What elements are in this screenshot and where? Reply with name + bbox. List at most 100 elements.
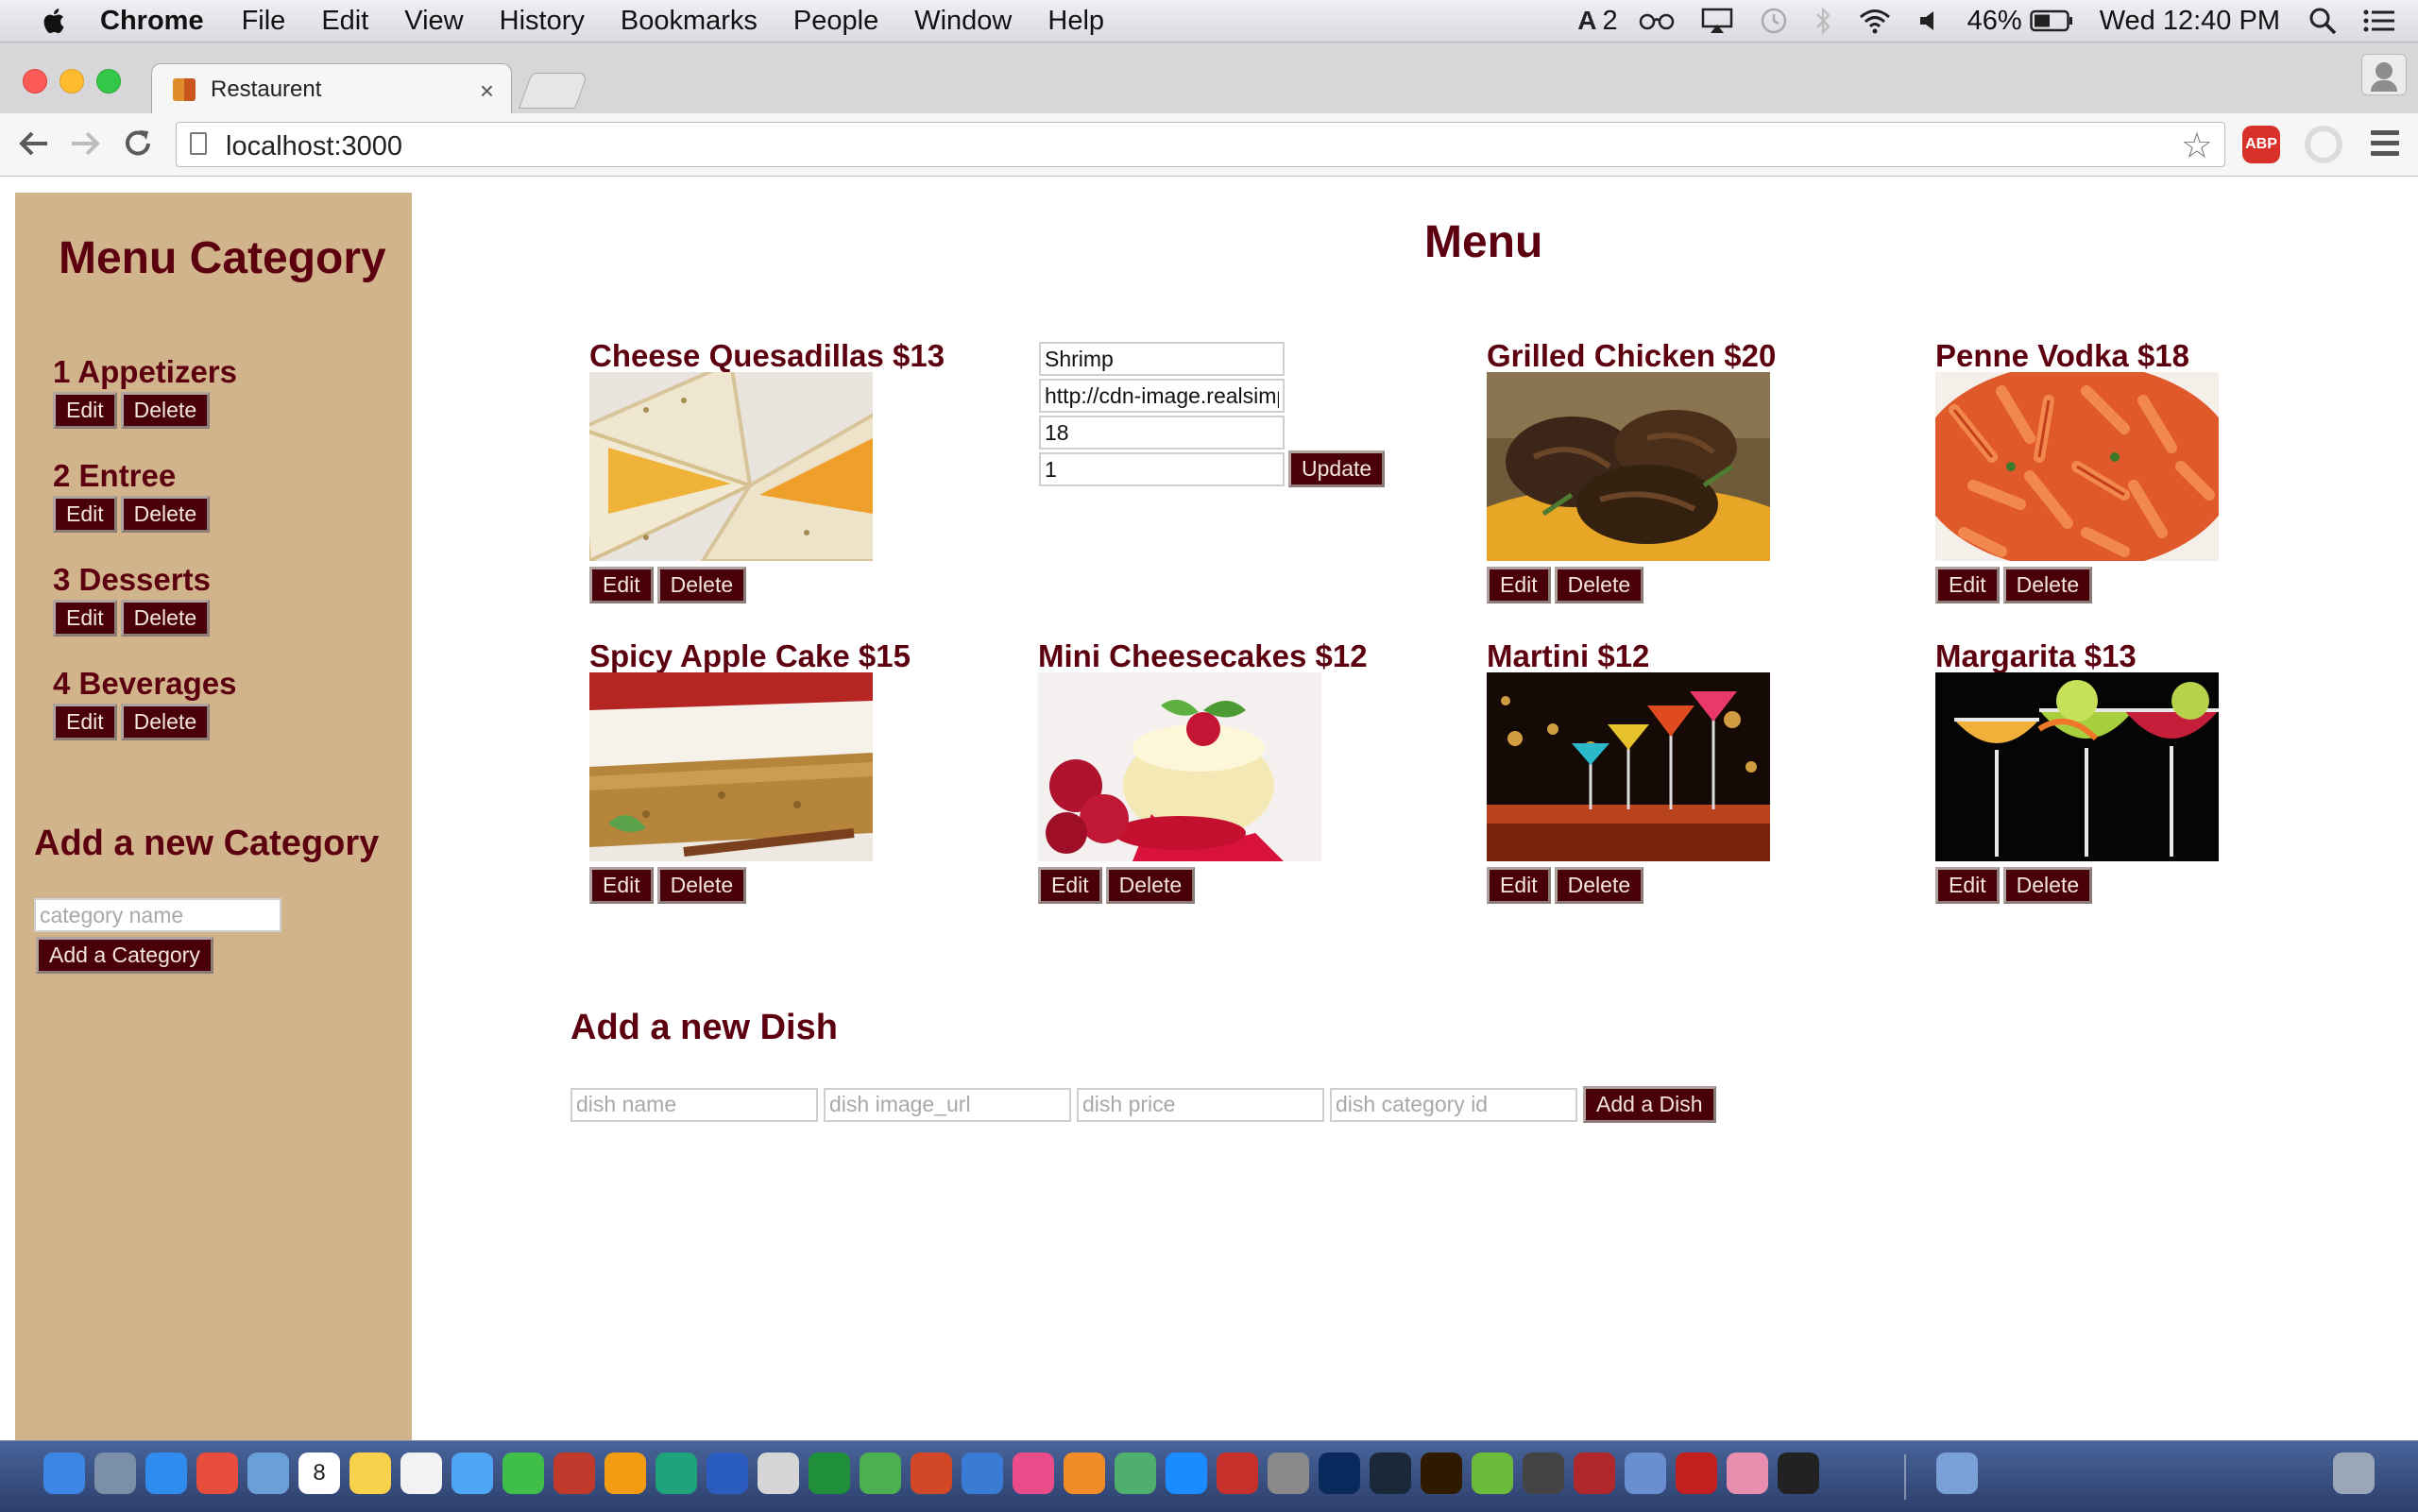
notes-icon[interactable]: [349, 1453, 391, 1494]
profile-button[interactable]: [2361, 54, 2407, 95]
delete-dish-button[interactable]: Delete: [1105, 867, 1196, 904]
edit-category-button[interactable]: Edit: [53, 704, 117, 740]
delete-dish-button[interactable]: Delete: [2002, 867, 2093, 904]
menu-edit[interactable]: Edit: [321, 6, 368, 37]
wifi-icon[interactable]: [1858, 8, 1892, 34]
menu-history[interactable]: History: [500, 6, 585, 37]
adblock-plus-icon[interactable]: ABP: [2242, 126, 2280, 163]
edit-dish-button[interactable]: Edit: [589, 867, 654, 904]
time-machine-icon[interactable]: [1760, 7, 1788, 35]
photos-flower-icon[interactable]: [1727, 1453, 1768, 1494]
tab-close-icon[interactable]: ×: [480, 76, 494, 106]
delete-category-button[interactable]: Delete: [120, 496, 211, 533]
delete-dish-button[interactable]: Delete: [1554, 567, 1644, 603]
itunes-icon[interactable]: [1013, 1453, 1054, 1494]
photos-icon[interactable]: [604, 1453, 646, 1494]
preview-docs-icon[interactable]: [1625, 1453, 1666, 1494]
excel-icon[interactable]: [809, 1453, 850, 1494]
chrome-menu-icon[interactable]: [2371, 130, 2399, 161]
edit-dish-price-input[interactable]: [1039, 416, 1285, 450]
photoshop-icon[interactable]: [1319, 1453, 1360, 1494]
delete-dish-button[interactable]: Delete: [2002, 567, 2093, 603]
powerpoint-icon[interactable]: [911, 1453, 952, 1494]
airplay-icon[interactable]: [1701, 8, 1733, 34]
edit-dish-button[interactable]: Edit: [589, 567, 654, 603]
clock[interactable]: Wed 12:40 PM: [2100, 6, 2280, 37]
back-arrow-icon[interactable]: [15, 125, 53, 162]
menu-people[interactable]: People: [793, 6, 878, 37]
menu-help[interactable]: Help: [1047, 6, 1104, 37]
utorrent-icon[interactable]: [1472, 1453, 1513, 1494]
edit-category-button[interactable]: Edit: [53, 496, 117, 533]
acrobat-reader-icon[interactable]: [1676, 1453, 1717, 1494]
facetime-icon[interactable]: [502, 1453, 544, 1494]
acrobat-icon[interactable]: [1217, 1453, 1258, 1494]
notification-center-icon[interactable]: [2363, 8, 2395, 33]
edit-dish-button[interactable]: Edit: [1487, 867, 1551, 904]
edit-dish-image-input[interactable]: [1039, 379, 1285, 413]
keynote-icon[interactable]: [962, 1453, 1003, 1494]
chrome-icon[interactable]: [196, 1453, 238, 1494]
finder-icon[interactable]: [43, 1453, 85, 1494]
add-category-button[interactable]: Add a Category: [36, 937, 213, 974]
delete-dish-button[interactable]: Delete: [656, 567, 747, 603]
close-window-button[interactable]: [23, 69, 47, 93]
launchpad-icon[interactable]: [94, 1453, 136, 1494]
illustrator-icon[interactable]: [1421, 1453, 1462, 1494]
dish-price-input[interactable]: [1077, 1087, 1324, 1122]
dish-name-input[interactable]: [570, 1087, 818, 1122]
lightroom-icon[interactable]: [1370, 1453, 1411, 1494]
menu-file[interactable]: File: [242, 6, 286, 37]
calendar-icon[interactable]: 8: [298, 1453, 340, 1494]
adobe-icon[interactable]: A: [1577, 6, 1596, 36]
delete-category-button[interactable]: Delete: [120, 704, 211, 740]
photo-booth-icon[interactable]: [553, 1453, 595, 1494]
sublime-text-icon[interactable]: [1523, 1453, 1564, 1494]
edit-dish-button[interactable]: Edit: [1038, 867, 1102, 904]
glasses-icon[interactable]: [1639, 11, 1675, 30]
reload-icon[interactable]: [119, 125, 157, 162]
forward-arrow-icon[interactable]: [66, 125, 104, 162]
trash-icon[interactable]: [2333, 1453, 2375, 1494]
tab-restaurent[interactable]: Restaurent ×: [151, 63, 512, 115]
terminal-icon[interactable]: [1778, 1453, 1819, 1494]
preview-icon[interactable]: [247, 1453, 289, 1494]
battery-icon[interactable]: [2029, 9, 2073, 32]
edit-dish-category-input[interactable]: [1039, 452, 1285, 486]
delete-category-button[interactable]: Delete: [120, 392, 211, 429]
dish-image-url-input[interactable]: [824, 1087, 1071, 1122]
address-url[interactable]: localhost:3000: [226, 131, 402, 162]
volume-icon[interactable]: [1918, 8, 1941, 33]
add-dish-button[interactable]: Add a Dish: [1583, 1086, 1716, 1123]
delete-category-button[interactable]: Delete: [120, 600, 211, 637]
atom-icon[interactable]: [1115, 1453, 1156, 1494]
ibooks-icon[interactable]: [1064, 1453, 1105, 1494]
address-bar[interactable]: localhost:3000 ☆: [176, 122, 2225, 167]
maximize-window-button[interactable]: [96, 69, 121, 93]
delete-dish-button[interactable]: Delete: [1554, 867, 1644, 904]
bluetooth-icon[interactable]: [1814, 7, 1831, 35]
dish-category-id-input[interactable]: [1330, 1087, 1577, 1122]
menu-view[interactable]: View: [404, 6, 463, 37]
edit-dish-button[interactable]: Edit: [1935, 867, 2000, 904]
edit-category-button[interactable]: Edit: [53, 600, 117, 637]
minimize-window-button[interactable]: [60, 69, 84, 93]
bookmark-star-icon[interactable]: ☆: [2181, 125, 2213, 167]
downloads-icon[interactable]: [1936, 1453, 1978, 1494]
word-icon[interactable]: [707, 1453, 748, 1494]
app-store-icon[interactable]: [1166, 1453, 1207, 1494]
delete-dish-button[interactable]: Delete: [656, 867, 747, 904]
apple-icon[interactable]: [40, 7, 66, 35]
edit-category-button[interactable]: Edit: [53, 392, 117, 429]
menu-bookmarks[interactable]: Bookmarks: [621, 6, 758, 37]
spotlight-icon[interactable]: [2308, 7, 2337, 35]
new-tab-button[interactable]: [519, 73, 588, 109]
update-dish-button[interactable]: Update: [1288, 450, 1386, 487]
extension-icon[interactable]: [2305, 126, 2342, 163]
edit-dish-name-input[interactable]: [1039, 342, 1285, 376]
edit-dish-button[interactable]: Edit: [1487, 567, 1551, 603]
textedit-icon[interactable]: [758, 1453, 799, 1494]
pycharm-icon[interactable]: [656, 1453, 697, 1494]
category-name-input[interactable]: [34, 898, 281, 932]
menu-app-name[interactable]: Chrome: [100, 6, 204, 37]
